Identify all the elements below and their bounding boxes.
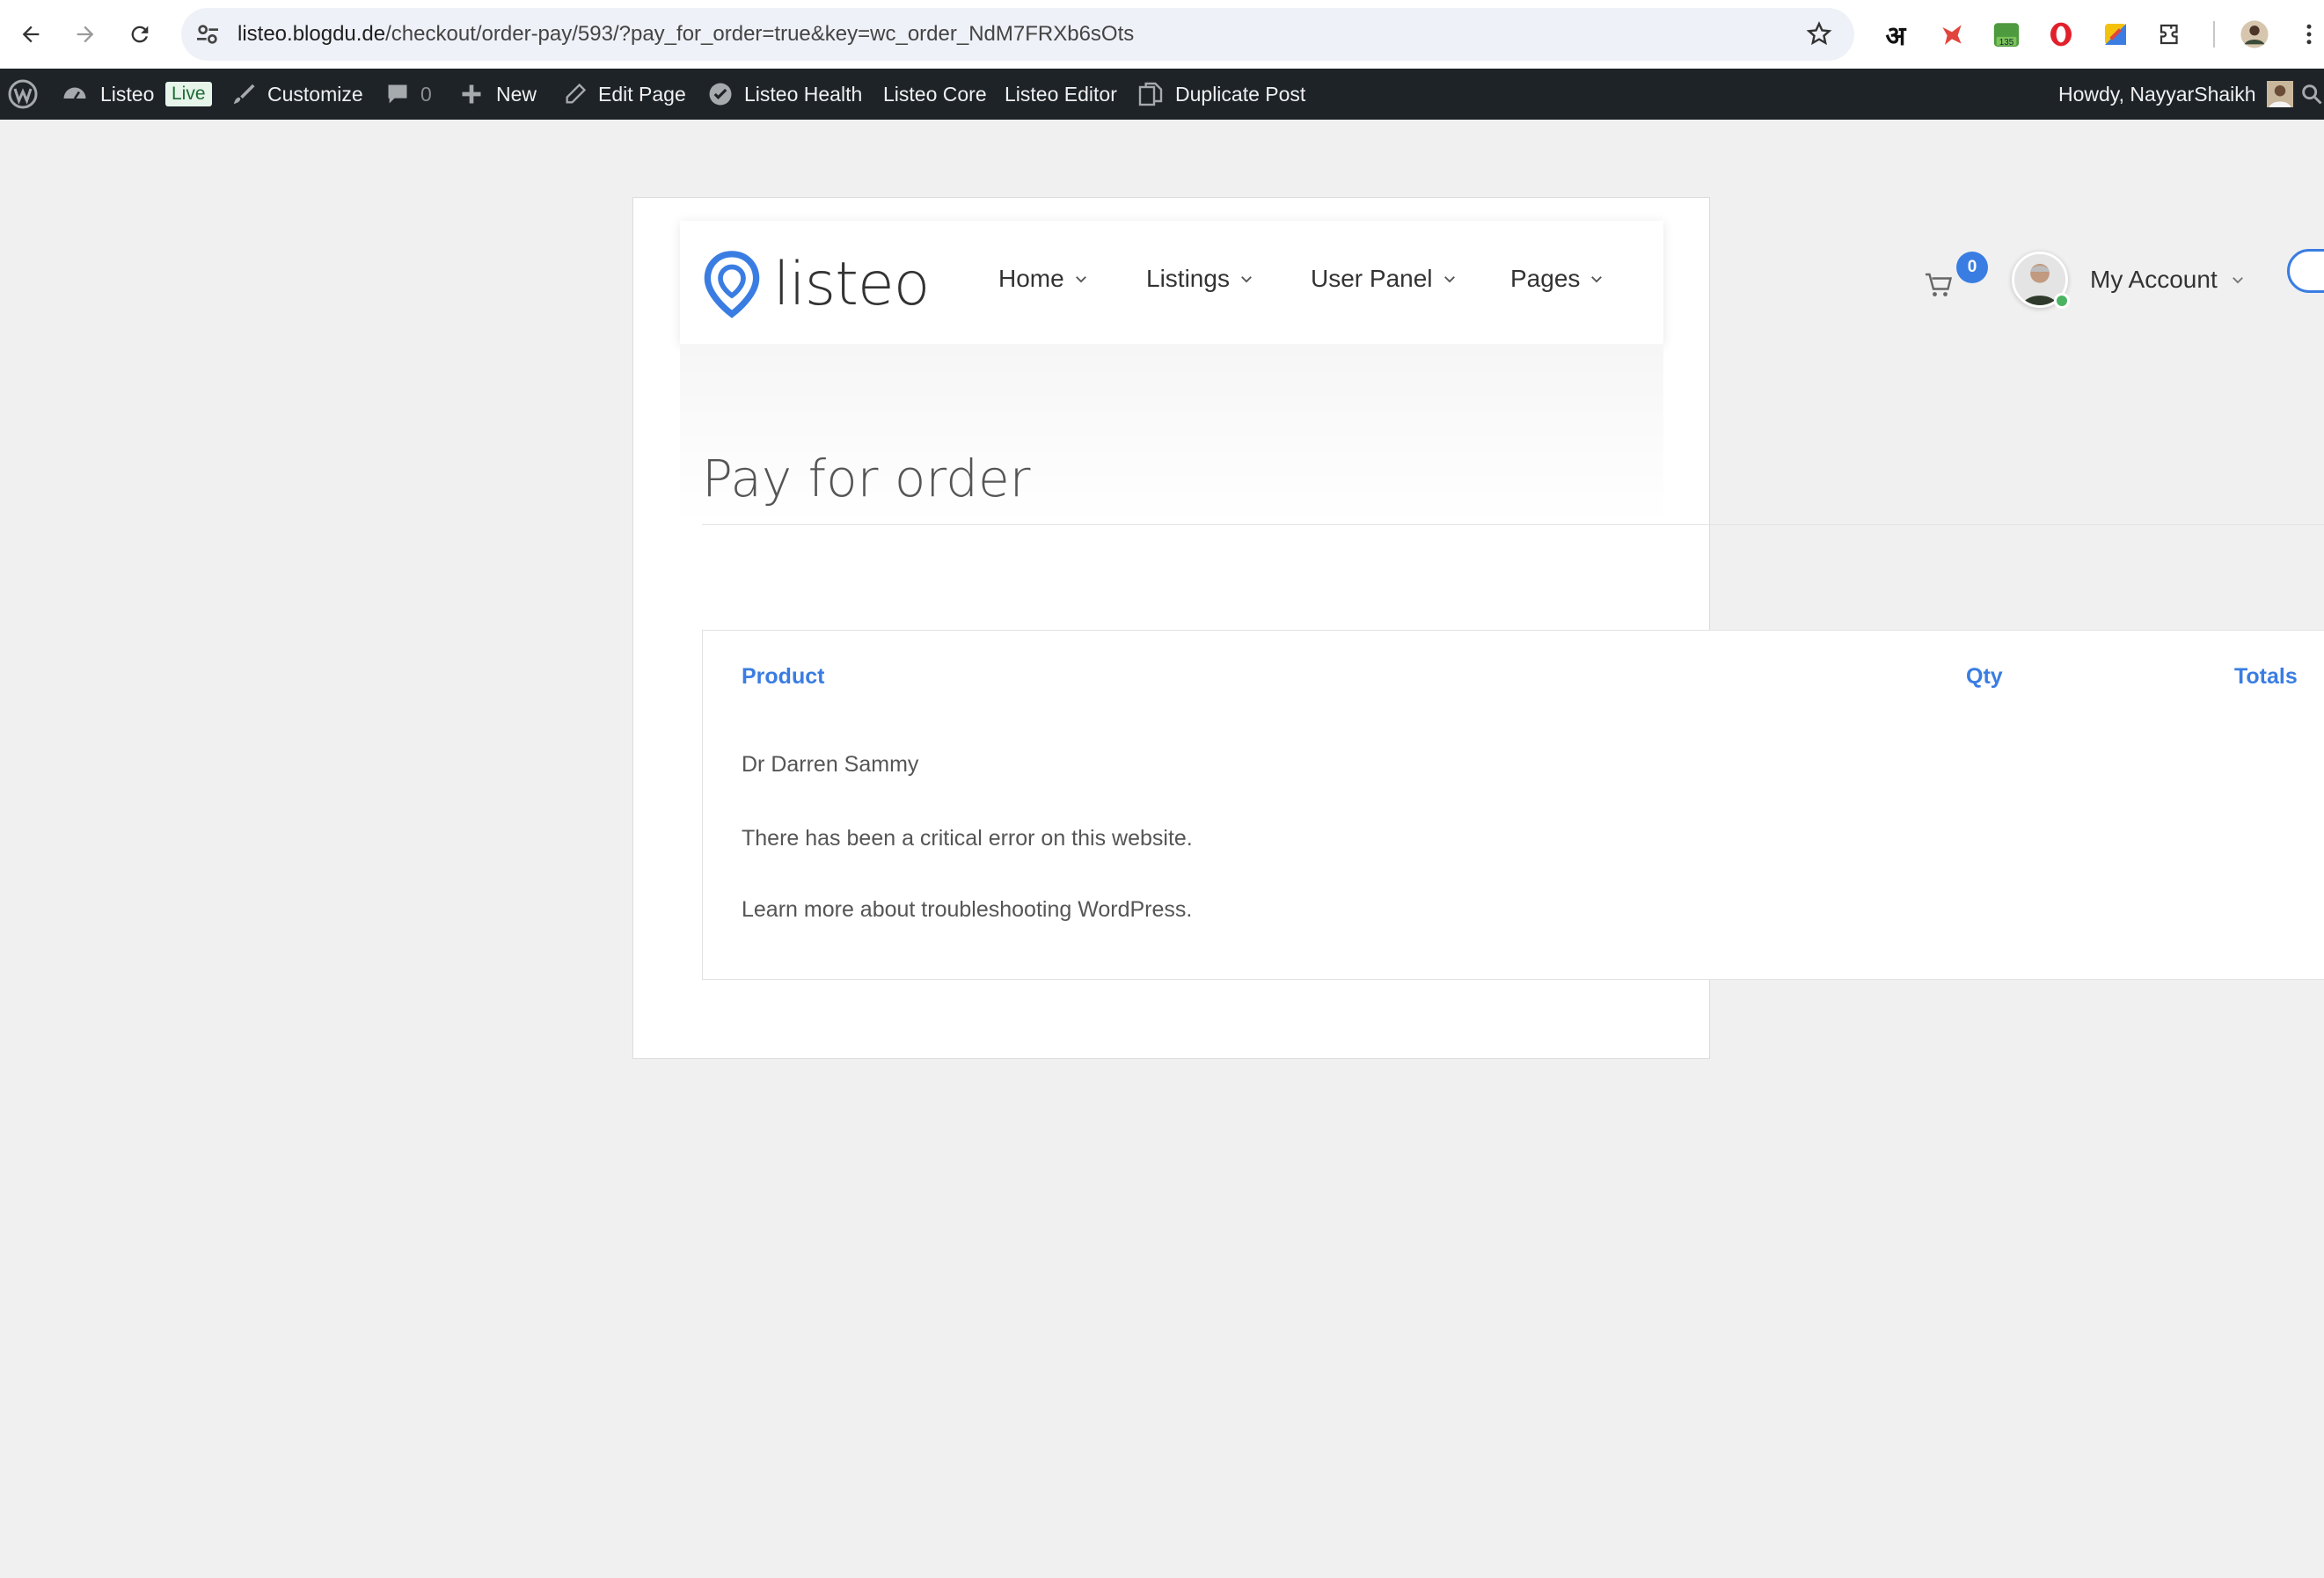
troubleshooting-link[interactable]: Learn more about troubleshooting WordPre… xyxy=(742,897,1192,923)
error-message: There has been a critical error on this … xyxy=(742,826,1193,851)
wordpress-logo-button[interactable] xyxy=(7,69,39,120)
extension-badge-count: 135 xyxy=(1999,38,2014,47)
menu-user-panel[interactable]: User Panel xyxy=(1311,265,1458,293)
title-divider xyxy=(702,524,2324,525)
paintbrush-icon xyxy=(233,84,255,105)
site-name-menu[interactable]: Listeo xyxy=(62,69,154,120)
listeo-core-link[interactable]: Listeo Core xyxy=(883,69,987,120)
menu-home-label: Home xyxy=(998,265,1064,292)
bookmark-star-icon[interactable] xyxy=(1805,20,1833,48)
user-avatar-icon xyxy=(2266,81,2293,107)
opera-extension-icon[interactable] xyxy=(2044,18,2078,51)
customize-label: Customize xyxy=(267,82,363,106)
site-header: listeo Home Listings User Panel Pages xyxy=(680,221,1663,344)
puzzle-extensions-icon[interactable] xyxy=(2153,18,2187,51)
edit-page-label: Edit Page xyxy=(598,82,686,106)
listeo-health-link[interactable]: Listeo Health xyxy=(707,69,862,120)
wordpress-logo-icon xyxy=(8,79,38,109)
translate-extension-icon[interactable]: अ xyxy=(1879,18,1912,52)
chevron-down-icon xyxy=(1075,276,1086,283)
menu-pages[interactable]: Pages xyxy=(1510,265,1604,293)
browser-toolbar: listeo.blogdu.de/checkout/order-pay/593/… xyxy=(0,0,2324,69)
column-header-totals: Totals xyxy=(2234,664,2298,689)
checkmark-circle-icon xyxy=(709,83,732,106)
reload-icon xyxy=(131,26,149,43)
back-button[interactable] xyxy=(11,14,51,55)
profile-avatar-icon[interactable] xyxy=(2238,18,2271,51)
cart-count-badge: 0 xyxy=(1956,252,1988,283)
add-listing-button[interactable] xyxy=(2287,249,2324,293)
account-greeting-menu[interactable]: Howdy, NayyarShaikh xyxy=(2058,69,2293,120)
chevron-down-icon xyxy=(1443,276,1455,283)
online-status-dot xyxy=(2054,293,2070,309)
menu-listings[interactable]: Listings xyxy=(1146,265,1254,293)
my-account-menu[interactable]: My Account xyxy=(2090,266,2246,294)
arrow-left-icon xyxy=(22,26,40,43)
new-content-menu[interactable]: New xyxy=(459,69,537,120)
chevron-down-icon xyxy=(1241,276,1252,283)
plus-icon xyxy=(462,84,481,104)
edit-page-link[interactable]: Edit Page xyxy=(563,69,686,120)
menu-home[interactable]: Home xyxy=(998,265,1089,293)
duplicate-post-link[interactable]: Duplicate Post xyxy=(1136,69,1305,120)
customize-link[interactable]: Customize xyxy=(230,69,363,120)
new-label: New xyxy=(496,82,537,106)
logo-wordmark: listeo xyxy=(773,249,930,319)
listeo-editor-label: Listeo Editor xyxy=(1005,82,1117,106)
menu-listings-label: Listings xyxy=(1146,265,1230,292)
url-text[interactable]: listeo.blogdu.de/checkout/order-pay/593/… xyxy=(238,8,1134,61)
product-name: Dr Darren Sammy xyxy=(742,752,919,777)
chevron-down-icon xyxy=(1591,276,1603,283)
url-host: listeo.blogdu.de xyxy=(238,22,386,46)
admin-search-button[interactable] xyxy=(2299,69,2324,120)
menu-user-panel-label: User Panel xyxy=(1311,265,1433,292)
listeo-editor-link[interactable]: Listeo Editor xyxy=(1005,69,1117,120)
page-title: Pay for order xyxy=(702,449,1031,508)
bird-extension-icon[interactable] xyxy=(1935,18,1969,51)
listeo-health-label: Listeo Health xyxy=(744,82,863,106)
site-logo[interactable]: listeo xyxy=(703,249,930,319)
dashboard-gauge-icon xyxy=(63,87,86,99)
site-settings-icon[interactable] xyxy=(194,20,222,48)
duplicate-post-label: Duplicate Post xyxy=(1175,82,1306,106)
reload-button[interactable] xyxy=(120,14,160,55)
comments-link[interactable]: 0 xyxy=(385,69,432,120)
color-picker-extension-icon[interactable] xyxy=(2099,18,2132,51)
browser-menu-icon[interactable] xyxy=(2292,18,2324,51)
address-bar[interactable]: listeo.blogdu.de/checkout/order-pay/593/… xyxy=(181,8,1854,61)
arrow-right-icon xyxy=(77,26,94,43)
cart-icon[interactable] xyxy=(1923,269,1955,301)
forward-button[interactable] xyxy=(65,14,106,55)
site-name: Listeo xyxy=(100,82,155,106)
pencil-icon xyxy=(566,83,587,104)
wp-admin-bar: Listeo Live Customize 0 New Edit Page Li… xyxy=(0,69,2324,120)
order-table: Product Qty Totals Dr Darren Sammy There… xyxy=(702,630,2324,980)
menu-pages-label: Pages xyxy=(1510,265,1581,292)
map-pin-logo-icon xyxy=(704,251,760,318)
chevron-down-icon xyxy=(2232,277,2243,284)
column-header-product: Product xyxy=(742,664,825,689)
my-account-label: My Account xyxy=(2090,266,2218,293)
greeting-text: Howdy, NayyarShaikh xyxy=(2058,82,2256,106)
duplicate-icon xyxy=(1138,82,1163,106)
live-status: Live xyxy=(165,69,212,120)
column-header-qty: Qty xyxy=(1966,664,2003,689)
search-icon xyxy=(2302,84,2322,105)
listeo-core-label: Listeo Core xyxy=(883,82,987,106)
counter-extension-icon[interactable]: 135 xyxy=(1990,18,2023,51)
toolbar-divider xyxy=(2213,21,2215,47)
live-badge: Live xyxy=(165,82,212,106)
url-path: /checkout/order-pay/593/?pay_for_order=t… xyxy=(385,22,1135,46)
comment-bubble-icon xyxy=(388,84,407,104)
comments-count: 0 xyxy=(420,82,432,106)
